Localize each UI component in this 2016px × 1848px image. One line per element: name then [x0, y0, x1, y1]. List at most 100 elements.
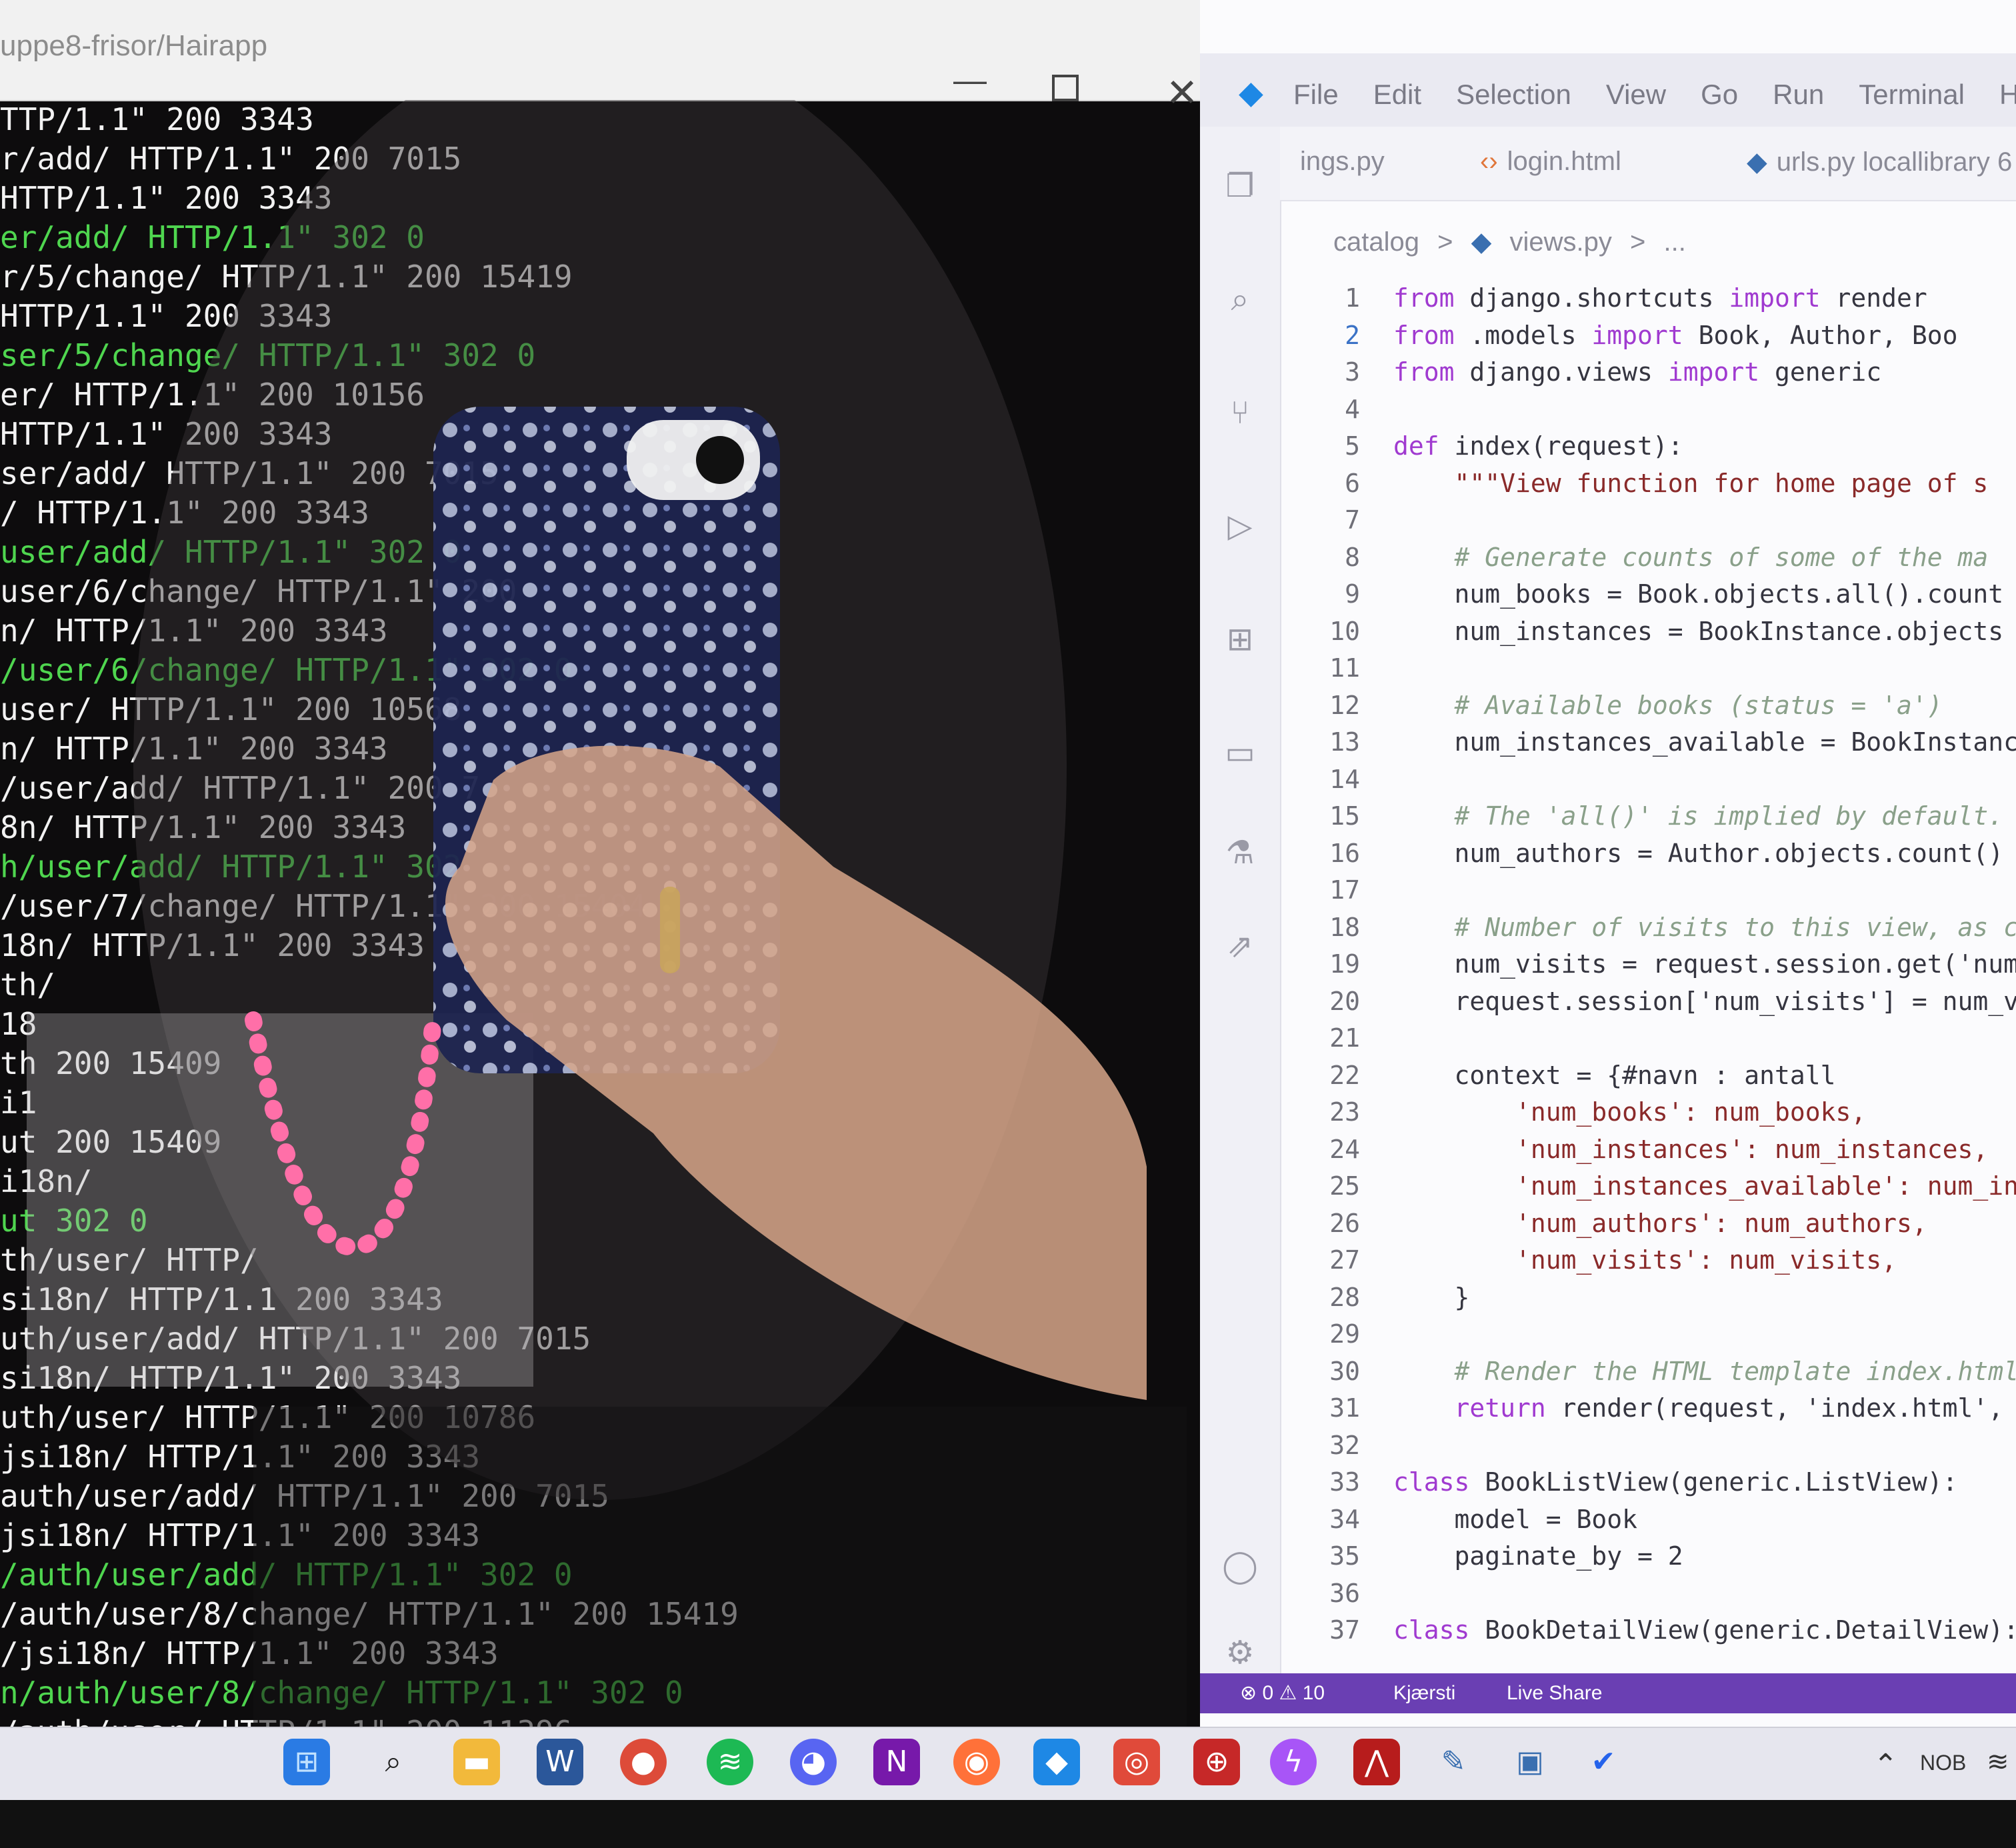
chrome-icon[interactable]: ●	[620, 1739, 667, 1785]
windows-start-icon[interactable]: ⊞	[283, 1739, 330, 1785]
breadcrumb-folder[interactable]: catalog	[1333, 227, 1419, 257]
onenote-icon[interactable]: N	[873, 1739, 920, 1785]
app-red2-icon[interactable]: ⊕	[1193, 1739, 1240, 1785]
search-icon[interactable]: ⌕	[370, 1739, 417, 1785]
code-line[interactable]: 5 def index(request):	[1293, 428, 2016, 465]
menu-view[interactable]: View	[1606, 79, 1666, 111]
code-line[interactable]: 24 'num_instances': num_instances,	[1293, 1131, 2016, 1169]
tab-login-html[interactable]: ‹› login.html	[1480, 147, 1621, 177]
tray-chevron-up-icon[interactable]: ⌃	[1873, 1748, 1898, 1782]
code-line[interactable]: 10 num_instances = BookInstance.objects	[1293, 613, 2016, 651]
menu-selection[interactable]: Selection	[1456, 79, 1571, 111]
code-text: request.session['num_visits'] = num_visi	[1393, 986, 2016, 1016]
code-line[interactable]: 23 'num_books': num_books,	[1293, 1094, 2016, 1131]
code-line[interactable]: 26 'num_authors': num_authors,	[1293, 1205, 2016, 1243]
code-line[interactable]: 20 request.session['num_visits'] = num_v…	[1293, 983, 2016, 1021]
line-number: 21	[1329, 1023, 1360, 1053]
code-line[interactable]: 37 class BookDetailView(generic.DetailVie…	[1293, 1612, 2016, 1649]
code-line[interactable]: 2 from .models import Book, Author, Boo	[1293, 317, 2016, 355]
todo-icon[interactable]: ✔	[1580, 1739, 1627, 1785]
code-line[interactable]: 9 num_books = Book.objects.all().count	[1293, 576, 2016, 613]
code-line[interactable]: 7	[1293, 502, 2016, 539]
file-explorer-icon[interactable]: ▬	[453, 1739, 500, 1785]
breadcrumb-symbol[interactable]: ...	[1663, 227, 1685, 257]
terminal-log-line: n/auth/user/8/change/ HTTP/1.1" 302 0	[0, 1675, 683, 1711]
code-line[interactable]: 29	[1293, 1316, 2016, 1353]
problems-indicator[interactable]: ⊗ 0 ⚠ 10	[1240, 1673, 1325, 1713]
code-line[interactable]: 11	[1293, 650, 2016, 687]
code-line[interactable]: 30 # Render the HTML template index.html…	[1293, 1353, 2016, 1391]
code-line[interactable]: 33 class BookListView(generic.ListView):	[1293, 1464, 2016, 1501]
menu-terminal[interactable]: Terminal	[1859, 79, 1965, 111]
settings-gear-icon[interactable]: ⚙	[1220, 1633, 1260, 1673]
menu-edit[interactable]: Edit	[1373, 79, 1421, 111]
code-line[interactable]: 31 return render(request, 'index.html', …	[1293, 1390, 2016, 1427]
terminal-window[interactable]: uppe8-frisor/Hairapp — ✕ TTP/1.1" 200 33…	[0, 0, 1200, 1727]
code-line[interactable]: 4	[1293, 391, 2016, 429]
status-user[interactable]: Kjærsti	[1393, 1673, 1455, 1713]
minimize-button[interactable]: —	[947, 60, 993, 100]
code-line[interactable]: 35 paginate_by = 2	[1293, 1538, 2016, 1575]
vscode-window[interactable]: ◆ File Edit Selection View Go Run Termin…	[1200, 0, 2016, 1727]
explorer-icon[interactable]: ❐	[1220, 167, 1260, 207]
terminal-titlebar[interactable]: uppe8-frisor/Hairapp — ✕	[0, 0, 1200, 113]
menu-help[interactable]: Help	[1999, 79, 2016, 111]
code-line[interactable]: 16 num_authors = Author.objects.count()	[1293, 835, 2016, 873]
acrobat-icon[interactable]: ⋀	[1353, 1739, 1400, 1785]
code-line[interactable]: 6 """View function for home page of s	[1293, 465, 2016, 503]
terminal-log[interactable]: TTP/1.1" 200 3343 r/add/ HTTP/1.1" 200 70…	[0, 100, 1200, 1727]
vscode-icon[interactable]: ◆	[1033, 1739, 1080, 1785]
code-line[interactable]: 1 from django.shortcuts import render	[1293, 280, 2016, 317]
live-share-icon[interactable]: ⇗	[1220, 927, 1260, 967]
code-line[interactable]: 28 }	[1293, 1279, 2016, 1317]
code-line[interactable]: 8 # Generate counts of some of the ma	[1293, 539, 2016, 577]
code-line[interactable]: 32	[1293, 1427, 2016, 1465]
menu-file[interactable]: File	[1293, 79, 1339, 111]
extensions-icon[interactable]: ⊞	[1220, 620, 1260, 660]
language-indicator[interactable]: NOB	[1920, 1751, 1966, 1775]
messenger-icon[interactable]: ϟ	[1270, 1739, 1317, 1785]
source-control-icon[interactable]: ⑂	[1220, 393, 1260, 433]
app-misc-icon[interactable]: ▣	[1507, 1739, 1553, 1785]
breadcrumb-file[interactable]: views.py	[1509, 227, 1611, 257]
discord-icon[interactable]: ◕	[790, 1739, 837, 1785]
terminal-log-line: uth/user/add/ HTTP/1.1" 200 7015	[0, 1321, 591, 1357]
tab-urls-py[interactable]: ◆ urls.py locallibrary 6	[1747, 147, 2012, 177]
spotify-icon[interactable]: ≋	[707, 1739, 753, 1785]
remote-explorer-icon[interactable]: ▭	[1220, 733, 1260, 773]
code-line[interactable]: 27 'num_visits': num_visits,	[1293, 1242, 2016, 1279]
code-line[interactable]: 25 'num_instances_available': num_instan…	[1293, 1168, 2016, 1205]
code-line[interactable]: 21	[1293, 1020, 2016, 1057]
code-text: }	[1393, 1282, 1470, 1312]
code-line[interactable]: 18 # Number of visits to this view, as c…	[1293, 909, 2016, 947]
run-debug-icon[interactable]: ▷	[1220, 507, 1260, 547]
code-line[interactable]: 15 # The 'all()' is implied by default.	[1293, 798, 2016, 835]
tab-settings-py[interactable]: ings.py	[1300, 147, 1385, 177]
line-number: 36	[1329, 1578, 1360, 1608]
paint-icon[interactable]: ✎	[1430, 1739, 1477, 1785]
menu-run[interactable]: Run	[1773, 79, 1824, 111]
app-red-icon[interactable]: ◎	[1113, 1739, 1160, 1785]
account-icon[interactable]: ◯	[1220, 1547, 1260, 1587]
testing-icon[interactable]: ⚗	[1220, 833, 1260, 873]
line-number: 4	[1345, 394, 1360, 424]
wifi-icon[interactable]: ≋	[1987, 1747, 2009, 1777]
code-line[interactable]: 17	[1293, 872, 2016, 909]
live-share-status[interactable]: Live Share	[1507, 1673, 1602, 1713]
line-number: 8	[1345, 542, 1360, 572]
code-line[interactable]: 34 model = Book	[1293, 1501, 2016, 1539]
code-line[interactable]: 14	[1293, 761, 2016, 799]
code-line[interactable]: 3 from django.views import generic	[1293, 354, 2016, 391]
code-line[interactable]: 19 num_visits = request.session.get('num…	[1293, 946, 2016, 983]
maximize-button[interactable]	[1052, 75, 1079, 101]
code-editor[interactable]: 1 from django.shortcuts import render 2 fro…	[1293, 280, 2016, 1647]
code-line[interactable]: 12 # Available books (status = 'a')	[1293, 687, 2016, 725]
word-icon[interactable]: W	[537, 1739, 583, 1785]
menu-go[interactable]: Go	[1701, 79, 1738, 111]
code-line[interactable]: 22 context = {#navn : antall	[1293, 1057, 2016, 1095]
search-icon[interactable]: ⌕	[1220, 280, 1260, 320]
code-line[interactable]: 36	[1293, 1575, 2016, 1613]
code-line[interactable]: 13 num_instances_available = BookInstanc	[1293, 724, 2016, 761]
terminal-log-line: h/user/add/ HTTP/1.1" 302	[0, 849, 462, 885]
firefox-icon[interactable]: ◉	[953, 1739, 1000, 1785]
